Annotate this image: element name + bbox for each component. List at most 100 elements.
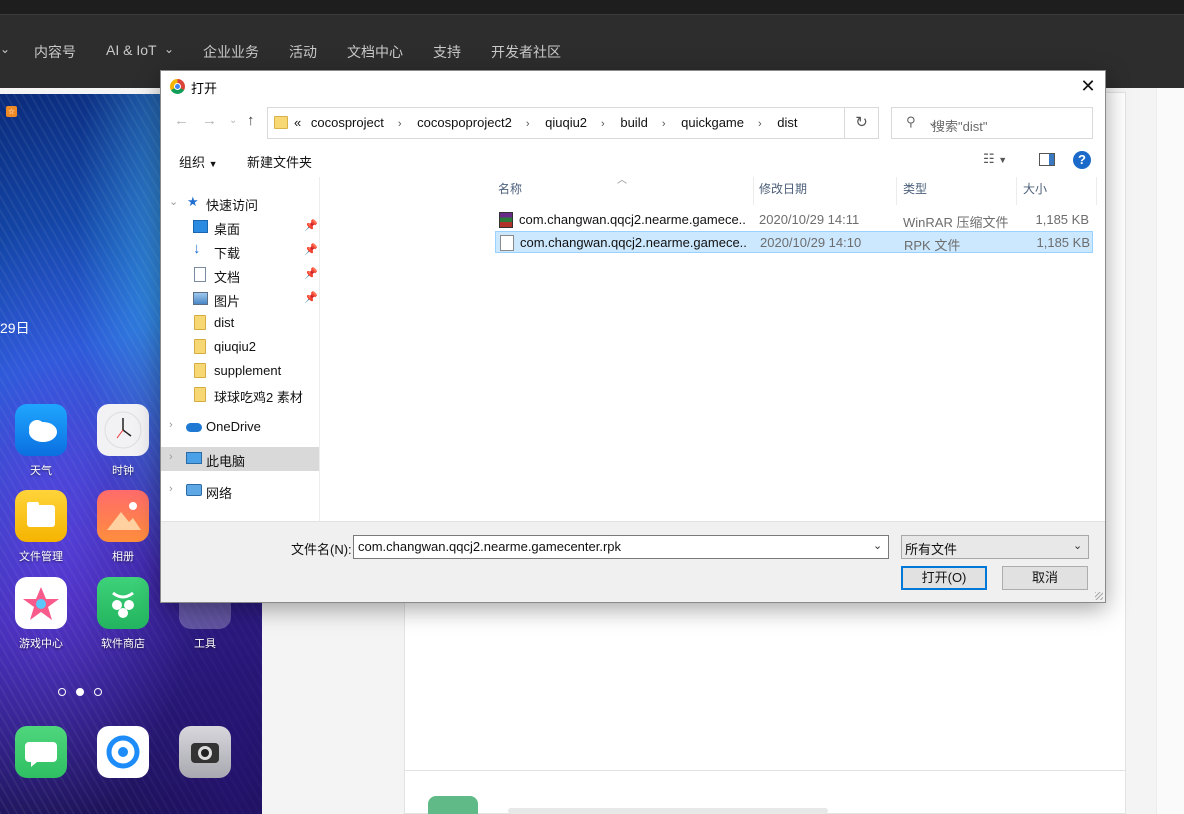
app-store[interactable]: 软件商店 [93, 577, 153, 651]
app-file-manager[interactable]: 文件管理 [11, 490, 71, 564]
nav-label: 此电脑 [206, 454, 246, 469]
nav-item-downloads[interactable]: ↓ 下载 📌 [161, 239, 319, 263]
filename-input[interactable]: com.changwan.qqcj2.nearme.gamecenter.rpk [353, 535, 889, 559]
nav-label: supplement [214, 363, 282, 378]
recent-locations-chevron-icon[interactable]: ⌄ [229, 115, 237, 126]
chevron-down-icon[interactable]: ⌄ [0, 42, 10, 56]
dialog-titlebar[interactable]: 打开 ✕ [161, 71, 1105, 101]
breadcrumb-item[interactable]: cocospoproject2 [417, 115, 512, 130]
nav-item-qiuqiu2[interactable]: qiuqiu2 [161, 335, 319, 359]
app-label: 时钟 [112, 465, 134, 477]
forward-arrow-icon[interactable]: → [202, 112, 217, 129]
generic-file-icon [500, 235, 514, 251]
breadcrumb-overflow[interactable]: « [294, 115, 301, 130]
file-size: 1,185 KB [1036, 235, 1091, 250]
nav-item-supplement[interactable]: supplement [161, 359, 319, 383]
breadcrumb-item[interactable]: dist [777, 115, 797, 130]
chevron-right-icon[interactable]: › [526, 118, 530, 130]
column-divider[interactable] [896, 177, 897, 205]
browser-icon [97, 726, 149, 778]
nav-item-support[interactable]: 支持 [433, 42, 461, 62]
back-arrow-icon[interactable]: ← [174, 112, 189, 129]
nav-item-activities[interactable]: 活动 [289, 42, 317, 62]
column-header-modified[interactable]: 修改日期 [759, 180, 807, 197]
gallery-icon [97, 490, 149, 542]
filetype-select[interactable]: 所有文件 [901, 535, 1089, 559]
chevron-right-icon[interactable]: › [662, 118, 666, 130]
nav-quick-access[interactable]: ⌄ ★ 快速访问 [161, 191, 319, 215]
folder-icon [274, 116, 288, 129]
chevron-down-icon[interactable]: ⌄ [169, 195, 178, 208]
nav-item-enterprise[interactable]: 企业业务 [203, 42, 259, 62]
filetype-dropdown-chevron-icon[interactable]: ⌄ [1073, 539, 1082, 552]
nav-network[interactable]: › 网络 [161, 479, 319, 503]
chevron-down-icon[interactable]: ⌄ [164, 42, 174, 56]
nav-this-pc[interactable]: › 此电脑 [161, 447, 319, 471]
nav-label: 下载 [214, 246, 241, 261]
column-divider[interactable] [753, 177, 754, 205]
table-row-selected[interactable]: com.changwan.qqcj2.nearme.gamece... 2020… [495, 231, 1093, 253]
address-row: ← → ⌄ ↑ « cocosproject › cocospoproject2 ›… [161, 101, 1105, 141]
address-bar[interactable]: « cocosproject › cocospoproject2 › qiuqiu2… [267, 107, 937, 139]
column-divider[interactable] [1096, 177, 1097, 205]
chevron-right-icon[interactable]: › [758, 118, 762, 130]
organize-menu[interactable]: 组织 ▼ [179, 152, 218, 171]
column-header-name[interactable]: 名称 [498, 180, 522, 197]
column-header-type[interactable]: 类型 [903, 180, 927, 197]
dock-camera[interactable] [175, 726, 235, 778]
clock-icon [97, 404, 149, 456]
dock-browser[interactable] [93, 726, 153, 778]
chevron-right-icon[interactable]: › [398, 118, 402, 130]
nav-item-desktop[interactable]: 桌面 📌 [161, 215, 319, 239]
chevron-right-icon[interactable]: › [169, 451, 173, 463]
help-icon[interactable]: ? [1073, 151, 1091, 169]
nav-item-community[interactable]: 开发者社区 [491, 42, 561, 62]
cloud-icon [186, 423, 202, 432]
preview-pane-icon[interactable] [1039, 153, 1055, 166]
download-arrow-icon: ↓ [193, 240, 201, 257]
dock-messages[interactable] [11, 726, 71, 778]
breadcrumb-item[interactable]: cocosproject [311, 115, 384, 130]
pin-icon[interactable]: 📌 [304, 219, 318, 232]
view-options-icon[interactable]: ☷ ▼ [983, 151, 1007, 167]
breadcrumb: « cocosproject › cocospoproject2 › qiuqiu2… [294, 115, 812, 130]
nav-item-dist[interactable]: dist [161, 311, 319, 335]
column-divider[interactable] [1016, 177, 1017, 205]
app-gallery[interactable]: 相册 [93, 490, 153, 564]
pin-icon[interactable]: 📌 [304, 243, 318, 256]
column-header-size[interactable]: 大小 [1023, 180, 1047, 197]
nav-item-docs[interactable]: 文档中心 [347, 42, 403, 62]
breadcrumb-item[interactable]: build [620, 115, 647, 130]
nav-onedrive[interactable]: › OneDrive [161, 415, 319, 439]
nav-item-pictures[interactable]: 图片 📌 [161, 287, 319, 311]
table-row[interactable]: com.changwan.qqcj2.nearme.gamece... 2020… [495, 209, 1093, 231]
new-folder-button[interactable]: 新建文件夹 [247, 152, 312, 171]
nav-item-content[interactable]: 内容号 [34, 42, 76, 62]
resize-grip-icon[interactable] [1095, 592, 1103, 600]
cancel-button[interactable]: 取消 [1002, 566, 1088, 590]
chevron-right-icon[interactable]: › [169, 483, 173, 495]
nav-label: dist [214, 315, 235, 330]
refresh-button[interactable]: ↻ [845, 107, 879, 139]
nav-label: OneDrive [206, 419, 261, 434]
search-input[interactable]: ⚲ 搜索"dist" [891, 107, 1093, 139]
nav-item-documents[interactable]: 文档 📌 [161, 263, 319, 287]
app-game-center[interactable]: 游戏中心 [11, 577, 71, 651]
nav-item-ai-iot[interactable]: AI & IoT [106, 42, 157, 58]
up-arrow-icon[interactable]: ↑ [247, 112, 255, 129]
chevron-right-icon[interactable]: › [601, 118, 605, 130]
breadcrumb-item[interactable]: qiuqiu2 [545, 115, 587, 130]
breadcrumb-item[interactable]: quickgame [681, 115, 744, 130]
app-weather[interactable]: 天气 [11, 404, 71, 478]
open-button[interactable]: 打开(O) [901, 566, 987, 590]
nav-item-assets[interactable]: 球球吃鸡2 素材 [161, 383, 319, 407]
search-placeholder: 搜索"dist" [932, 119, 988, 134]
chevron-right-icon[interactable]: › [169, 419, 173, 431]
pin-icon[interactable]: 📌 [304, 267, 318, 280]
close-button[interactable]: ✕ [1071, 71, 1105, 101]
star-icon: ★ [187, 194, 199, 209]
filename-dropdown-chevron-icon[interactable]: ⌄ [873, 539, 882, 552]
pin-icon[interactable]: 📌 [304, 291, 318, 304]
app-label: 工具 [194, 638, 216, 650]
app-clock[interactable]: 时钟 [93, 404, 153, 478]
